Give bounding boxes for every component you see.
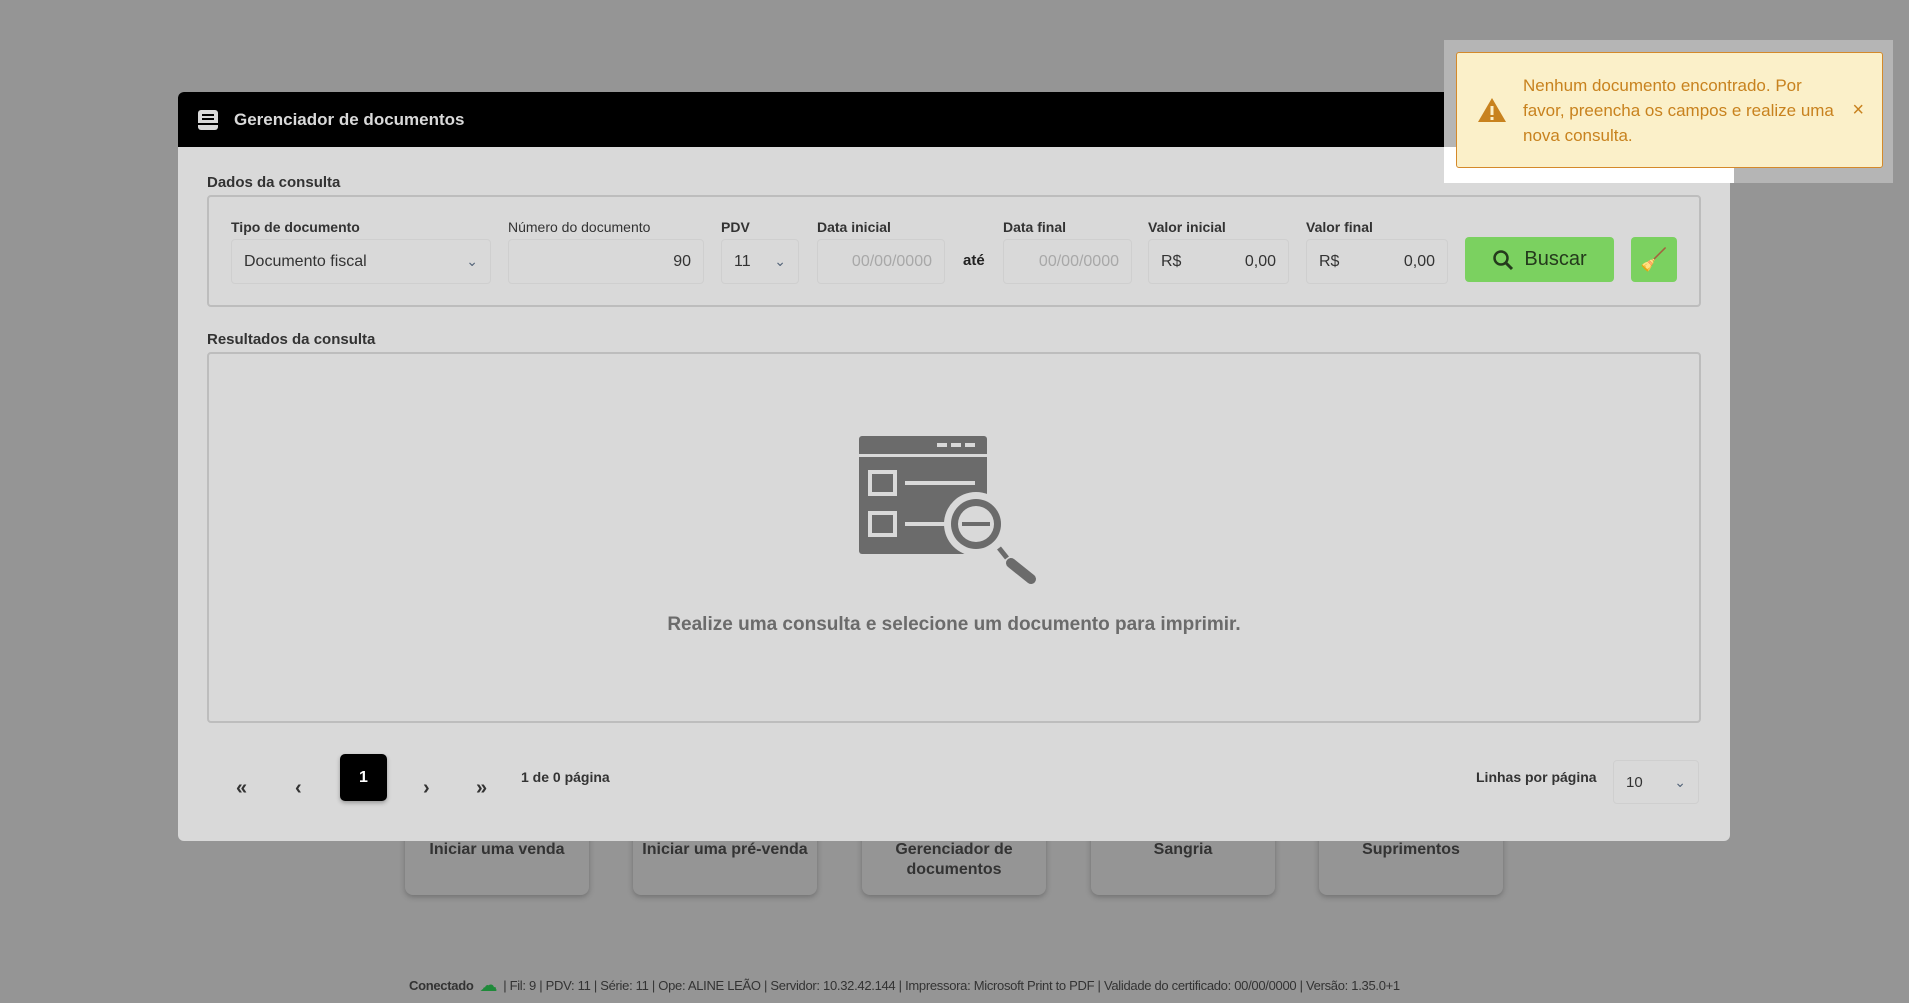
search-button-label: Buscar	[1524, 248, 1587, 270]
results-section-title: Resultados da consulta	[207, 331, 376, 348]
doc-type-select[interactable]: Documento fiscal ⌄	[231, 239, 491, 284]
pdv-select[interactable]: 11 ⌄	[721, 239, 799, 284]
end-value: 0,00	[1403, 252, 1435, 270]
clear-button[interactable]: 🧹	[1631, 237, 1677, 282]
doc-number-value: 90	[673, 252, 691, 270]
end-date-placeholder: 00/00/0000	[1038, 252, 1119, 270]
document-icon	[198, 109, 218, 130]
pdv-value: 11	[734, 252, 751, 270]
page-summary: 1 de 0 página	[521, 769, 610, 785]
close-icon[interactable]: ×	[1852, 98, 1864, 123]
end-date-label: Data final	[1003, 219, 1067, 235]
card-label: Iniciar uma venda	[429, 841, 565, 858]
broom-icon: 🧹	[1640, 246, 1668, 272]
start-value-input[interactable]: R$ 0,00	[1148, 239, 1289, 284]
status-details: | Fil: 9 | PDV: 11 | Série: 11 | Ope: AL…	[503, 978, 1400, 993]
search-button[interactable]: Buscar	[1465, 237, 1614, 282]
card-label: Suprimentos	[1362, 841, 1460, 858]
doc-type-value: Documento fiscal	[244, 252, 367, 270]
start-date-label: Data inicial	[817, 219, 891, 235]
warning-toast: Nenhum documento encontrado. Por favor, …	[1456, 52, 1883, 168]
doc-type-label: Tipo de documento	[231, 219, 360, 235]
currency-prefix: R$	[1319, 252, 1340, 270]
rows-per-page-value: 10	[1626, 773, 1643, 791]
current-page-button[interactable]: 1	[340, 754, 387, 801]
card-label: Sangria	[1153, 841, 1213, 858]
card-label: Gerenciador de documentos	[895, 841, 1013, 878]
empty-results-illustration	[859, 436, 1036, 584]
search-icon	[1493, 249, 1514, 270]
next-page-button[interactable]: ›	[423, 777, 430, 800]
pdv-label: PDV	[721, 219, 750, 235]
last-page-button[interactable]: »	[476, 777, 487, 800]
chevron-down-icon: ⌄	[774, 253, 786, 269]
rows-per-page-label: Linhas por página	[1476, 769, 1597, 785]
start-date-placeholder: 00/00/0000	[851, 252, 932, 270]
connection-status: Conectado	[409, 978, 474, 993]
start-value: 0,00	[1244, 252, 1276, 270]
results-panel: Realize uma consulta e selecione um docu…	[207, 352, 1701, 723]
doc-number-input[interactable]: 90	[508, 239, 704, 284]
end-value-label: Valor final	[1306, 219, 1373, 235]
currency-prefix: R$	[1161, 252, 1182, 270]
doc-number-label: Número do documento	[508, 219, 651, 235]
query-section-title: Dados da consulta	[207, 174, 341, 191]
card-label: Iniciar uma pré-venda	[642, 841, 808, 858]
empty-results-message: Realize uma consulta e selecione um docu…	[667, 614, 1241, 635]
between-label: até	[963, 252, 985, 269]
rows-per-page-select[interactable]: 10 ⌄	[1613, 760, 1699, 804]
end-date-input[interactable]: 00/00/0000	[1003, 239, 1132, 284]
first-page-button[interactable]: «	[236, 777, 247, 800]
chevron-down-icon: ⌄	[466, 253, 478, 269]
end-value-input[interactable]: R$ 0,00	[1306, 239, 1448, 284]
warning-icon	[1478, 98, 1506, 122]
toast-message: Nenhum documento encontrado. Por favor, …	[1523, 75, 1834, 145]
modal-title: Gerenciador de documentos	[234, 109, 465, 129]
chevron-down-icon: ⌄	[1674, 773, 1686, 790]
start-date-input[interactable]: 00/00/0000	[817, 239, 945, 284]
prev-page-button[interactable]: ‹	[295, 777, 302, 800]
cloud-icon: ☁	[479, 975, 498, 995]
start-value-label: Valor inicial	[1148, 219, 1226, 235]
document-manager-modal: Gerenciador de documentos Dados da consu…	[178, 92, 1730, 841]
status-bar: Conectado ☁ | Fil: 9 | PDV: 11 | Série: …	[409, 975, 1400, 996]
